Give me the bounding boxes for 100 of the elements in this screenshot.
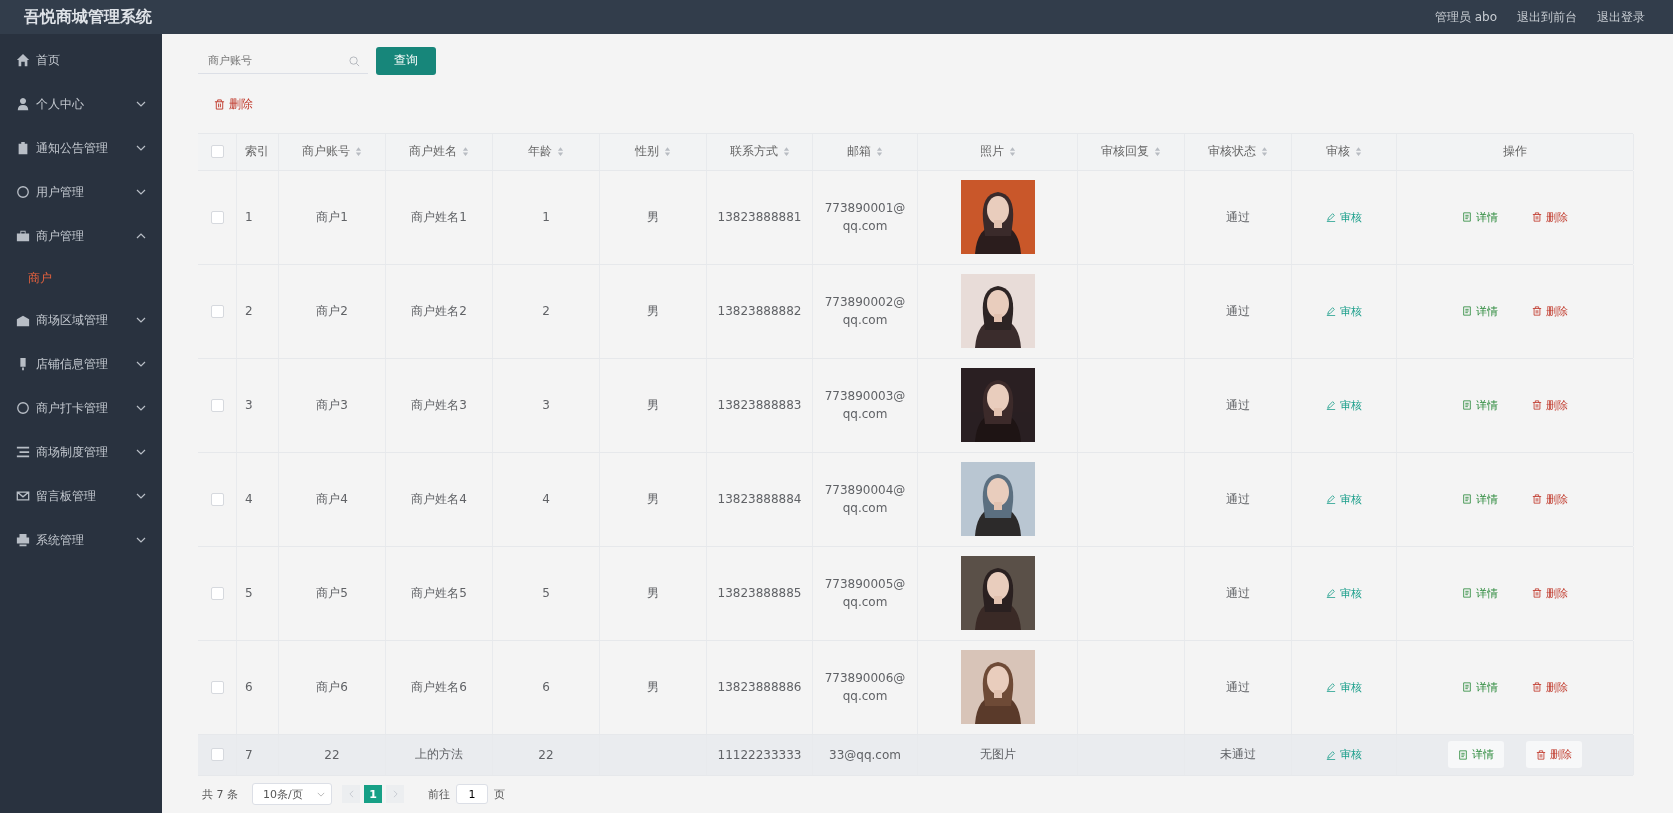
header-link[interactable]: 退出到前台 xyxy=(1517,8,1577,26)
checkbox[interactable] xyxy=(210,680,224,694)
search-field[interactable]: 商户账号 xyxy=(198,47,368,74)
column-header[interactable]: 审核状态 xyxy=(1185,133,1292,170)
menu-item[interactable]: 通知公告管理 xyxy=(0,126,162,170)
table-cell: 4 xyxy=(542,492,550,507)
checkbox[interactable] xyxy=(210,748,224,762)
chevron-icon xyxy=(136,317,146,323)
checkbox[interactable] xyxy=(210,145,224,159)
table-cell: 男 xyxy=(647,302,659,320)
checkbox[interactable] xyxy=(210,304,224,318)
sort-icon[interactable] xyxy=(462,146,469,158)
pen-icon xyxy=(1326,306,1336,317)
table-cell-text: 773890005@qq.com xyxy=(823,576,907,612)
delete-button[interactable]: 删除 xyxy=(1526,299,1574,323)
checkbox[interactable] xyxy=(210,398,224,412)
delete-button[interactable]: 删除 xyxy=(1526,741,1582,769)
menu-item[interactable]: 用户管理 xyxy=(0,170,162,214)
column-header: 操作 xyxy=(1397,133,1634,170)
menu-item[interactable]: 商场制度管理 xyxy=(0,430,162,474)
menu-item[interactable]: 首页 xyxy=(0,38,162,82)
table-cell: 6 xyxy=(245,680,253,695)
table-cell: 商户1 xyxy=(316,208,348,226)
header-link[interactable]: 退出登录 xyxy=(1597,8,1645,26)
delete-button[interactable]: 删除 xyxy=(1526,675,1574,699)
detail-button[interactable]: 详情 xyxy=(1456,299,1504,323)
detail-button[interactable]: 详情 xyxy=(1456,487,1504,511)
table-cell: 男 xyxy=(647,678,659,696)
checkbox[interactable] xyxy=(210,210,224,224)
table-cell-text: 773890004@qq.com xyxy=(823,482,907,518)
checkbox[interactable] xyxy=(210,586,224,600)
next-page-button[interactable] xyxy=(386,785,404,804)
table-cell: 商户姓名2 xyxy=(411,302,467,320)
review-link[interactable]: 审核 xyxy=(1320,581,1368,605)
review-link[interactable]: 审核 xyxy=(1320,299,1368,323)
column-header[interactable]: 审核回复 xyxy=(1078,133,1185,170)
trash-icon xyxy=(214,98,225,110)
table-cell: 男 xyxy=(647,208,659,226)
review-link[interactable]: 审核 xyxy=(1320,675,1368,699)
trash-icon xyxy=(1532,212,1542,223)
review-link[interactable]: 审核 xyxy=(1320,487,1368,511)
sort-icon[interactable] xyxy=(355,146,362,158)
column-header[interactable]: 年龄 xyxy=(493,133,600,170)
chevron-icon xyxy=(136,537,146,543)
chevron-icon xyxy=(136,493,146,499)
sort-icon[interactable] xyxy=(664,146,671,158)
column-header[interactable]: 邮箱 xyxy=(813,133,918,170)
table-cell: 2 xyxy=(542,304,550,319)
admin-name: 管理员 abo xyxy=(1434,8,1497,26)
detail-button[interactable]: 详情 xyxy=(1456,393,1504,417)
previous-page-button[interactable] xyxy=(342,785,360,804)
detail-button[interactable]: 详情 xyxy=(1456,205,1504,229)
column-header[interactable]: 商户姓名 xyxy=(386,133,493,170)
pen-icon xyxy=(1326,212,1336,223)
sort-icon[interactable] xyxy=(1261,146,1268,158)
menu-item[interactable]: 商户打卡管理 xyxy=(0,386,162,430)
page-size-select[interactable]: 10条/页 xyxy=(252,783,332,806)
page-input[interactable]: 1 xyxy=(456,784,488,805)
sort-icon[interactable] xyxy=(876,146,883,158)
delete-button[interactable]: 删除 xyxy=(1526,393,1574,417)
column-header[interactable]: 性别 xyxy=(600,133,707,170)
sort-icon[interactable] xyxy=(1355,146,1362,158)
chevron-icon xyxy=(136,101,146,107)
table-cell: 无图片 xyxy=(979,746,1016,764)
table-cell: 通过 xyxy=(1226,302,1250,320)
table-cell: 未通过 xyxy=(1220,746,1256,764)
chevron-right-icon xyxy=(392,790,398,799)
detail-button[interactable]: 详情 xyxy=(1456,581,1504,605)
chevron-icon xyxy=(136,405,146,411)
sort-icon[interactable] xyxy=(1008,146,1016,158)
detail-button[interactable]: 详情 xyxy=(1448,741,1504,769)
menu-item[interactable]: 商场区域管理 xyxy=(0,298,162,342)
delete-button[interactable]: 删除 xyxy=(1526,487,1574,511)
menu-item[interactable]: 系统管理 xyxy=(0,518,162,562)
checkbox[interactable] xyxy=(210,492,224,506)
column-header[interactable]: 商户账号 xyxy=(279,133,386,170)
pen-icon xyxy=(1326,588,1336,599)
menu-item[interactable]: 个人中心 xyxy=(0,82,162,126)
delete-button[interactable]: 删除 xyxy=(212,91,255,117)
delete-button[interactable]: 删除 xyxy=(1526,581,1574,605)
review-link[interactable]: 审核 xyxy=(1320,205,1368,229)
sort-icon[interactable] xyxy=(557,146,564,158)
search-button[interactable]: 查询 xyxy=(376,46,436,75)
column-header[interactable]: 照片 xyxy=(918,133,1078,170)
menu-item[interactable]: 留言板管理 xyxy=(0,474,162,518)
review-link[interactable]: 审核 xyxy=(1320,743,1368,767)
sort-icon[interactable] xyxy=(782,146,790,158)
review-link[interactable]: 审核 xyxy=(1320,393,1368,417)
column-header[interactable]: 审核 xyxy=(1292,133,1397,170)
table-cell: 商户姓名6 xyxy=(411,678,467,696)
menu-item[interactable]: 店铺信息管理 xyxy=(0,342,162,386)
column-header[interactable]: 联系方式 xyxy=(707,133,813,170)
submenu-item[interactable]: 商户 xyxy=(0,258,162,298)
delete-button[interactable]: 删除 xyxy=(1526,205,1574,229)
table-cell: 22 xyxy=(324,747,340,762)
page-button[interactable]: 1 xyxy=(364,785,382,804)
detail-button[interactable]: 详情 xyxy=(1456,675,1504,699)
document-icon xyxy=(1462,588,1472,599)
sort-icon[interactable] xyxy=(1154,146,1161,158)
menu-item[interactable]: 商户管理 xyxy=(0,214,162,258)
